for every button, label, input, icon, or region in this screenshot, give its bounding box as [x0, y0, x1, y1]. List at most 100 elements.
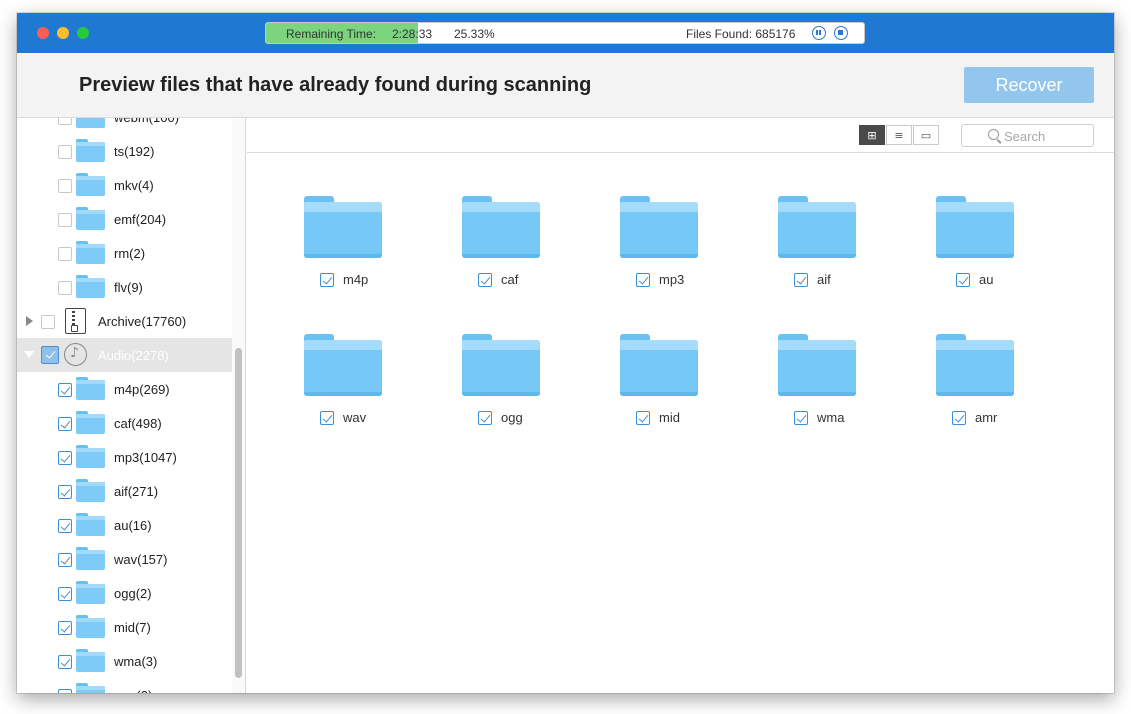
folder-checkbox[interactable] — [478, 273, 492, 287]
tree-item-checkbox[interactable] — [58, 213, 72, 227]
minimize-window-button[interactable] — [57, 27, 69, 39]
preview-view-icon: ▭ — [920, 129, 932, 142]
folder-checkbox[interactable] — [794, 411, 808, 425]
tree-item-checkbox[interactable] — [58, 281, 72, 295]
tree-item-checkbox[interactable] — [41, 315, 55, 329]
folder-checkbox[interactable] — [952, 411, 966, 425]
tree-item-folder[interactable]: webm(100) — [17, 118, 232, 134]
tree-item-label: emf(204) — [114, 212, 167, 227]
folder-tile[interactable]: au — [918, 196, 1028, 306]
tree-item-label: webm(100) — [114, 118, 179, 125]
tree-item-archive[interactable]: Archive(17760) — [17, 304, 232, 338]
folder-icon — [76, 118, 105, 129]
tree-item-folder[interactable]: wma(3) — [17, 644, 232, 678]
tree-item-folder[interactable]: caf(498) — [17, 406, 232, 440]
folder-checkbox[interactable] — [320, 273, 334, 287]
folder-icon — [76, 513, 105, 537]
grid-view-button[interactable]: ⊞ — [859, 125, 885, 145]
tree-item-folder[interactable]: m4p(269) — [17, 372, 232, 406]
tree-item-folder[interactable]: emf(204) — [17, 202, 232, 236]
folder-icon — [76, 581, 105, 605]
folder-checkbox[interactable] — [956, 273, 970, 287]
folder-tile[interactable]: mp3 — [602, 196, 712, 306]
tree-item-label: flv(9) — [114, 280, 143, 295]
folder-icon — [76, 377, 105, 401]
search-input[interactable] — [1004, 127, 1090, 145]
close-window-button[interactable] — [37, 27, 49, 39]
folder-icon — [936, 334, 1014, 396]
tree-item-checkbox[interactable] — [41, 346, 59, 364]
tree-item-folder[interactable]: wav(157) — [17, 542, 232, 576]
tree-item-checkbox[interactable] — [58, 247, 72, 261]
tree-item-folder[interactable]: ts(192) — [17, 134, 232, 168]
tree-item-folder[interactable]: mp3(1047) — [17, 440, 232, 474]
tree-item-checkbox[interactable] — [58, 689, 72, 693]
expanded-arrow-icon[interactable] — [24, 351, 34, 358]
tree-item-checkbox[interactable] — [58, 451, 72, 465]
folder-tile[interactable]: caf — [444, 196, 554, 306]
folder-icon — [76, 139, 105, 163]
tree-item-audio[interactable]: Audio(2278) — [17, 338, 232, 372]
folder-checkbox[interactable] — [794, 273, 808, 287]
file-type-tree: webm(100) ts(192) mkv(4) emf(204) rm(2) flv(9… — [17, 118, 246, 693]
tree-item-checkbox[interactable] — [58, 118, 72, 125]
tree-item-folder[interactable]: flv(9) — [17, 270, 232, 304]
tree-item-checkbox[interactable] — [58, 655, 72, 669]
search-box[interactable] — [961, 124, 1094, 147]
folder-checkbox[interactable] — [478, 411, 492, 425]
collapsed-arrow-icon[interactable] — [26, 316, 33, 326]
folder-tile[interactable]: m4p — [286, 196, 396, 306]
folder-label: wma — [817, 410, 845, 425]
list-view-button[interactable]: ≡ — [886, 125, 912, 145]
folder-label: m4p — [343, 272, 369, 287]
folder-icon — [462, 334, 540, 396]
pause-scan-icon[interactable] — [812, 26, 826, 40]
tree-item-folder[interactable]: amr(2) — [17, 678, 232, 693]
remaining-time-value: 2:28:33 — [392, 27, 433, 41]
tree-item-folder[interactable]: aif(271) — [17, 474, 232, 508]
zoom-window-button[interactable] — [77, 27, 89, 39]
sidebar-scrollbar-thumb[interactable] — [235, 348, 242, 678]
folder-label: wav — [343, 410, 367, 425]
tree-item-checkbox[interactable] — [58, 519, 72, 533]
tree-item-checkbox[interactable] — [58, 383, 72, 397]
folder-tile[interactable]: ogg — [444, 334, 554, 444]
tree-item-folder[interactable]: rm(2) — [17, 236, 232, 270]
tree-item-folder[interactable]: ogg(2) — [17, 576, 232, 610]
folder-icon — [304, 334, 382, 396]
tree-item-checkbox[interactable] — [58, 553, 72, 567]
audio-category-icon — [64, 343, 87, 366]
tree-item-folder[interactable]: mid(7) — [17, 610, 232, 644]
tree-item-folder[interactable]: mkv(4) — [17, 168, 232, 202]
tree-item-checkbox[interactable] — [58, 417, 72, 431]
folder-icon — [778, 196, 856, 258]
folder-icon — [620, 334, 698, 396]
folder-icon — [76, 207, 105, 231]
tree-item-folder[interactable]: au(16) — [17, 508, 232, 542]
folder-checkbox[interactable] — [320, 411, 334, 425]
folder-tile[interactable]: wma — [760, 334, 870, 444]
tree-item-checkbox[interactable] — [58, 621, 72, 635]
archive-category-icon — [65, 308, 86, 334]
folder-icon — [76, 275, 105, 299]
folder-tile[interactable]: mid — [602, 334, 712, 444]
tree-item-checkbox[interactable] — [58, 179, 72, 193]
folder-checkbox[interactable] — [636, 411, 650, 425]
recover-button[interactable]: Recover — [964, 67, 1094, 103]
tree-item-checkbox[interactable] — [58, 145, 72, 159]
folder-tile[interactable]: aif — [760, 196, 870, 306]
preview-view-button[interactable]: ▭ — [913, 125, 939, 145]
tree-item-label: mp3(1047) — [114, 450, 177, 465]
folder-tile[interactable]: wav — [286, 334, 396, 444]
tree-item-checkbox[interactable] — [58, 587, 72, 601]
folder-icon — [76, 683, 105, 693]
tree-item-checkbox[interactable] — [58, 485, 72, 499]
stop-scan-icon[interactable] — [834, 26, 848, 40]
folder-icon — [76, 445, 105, 469]
folder-tile[interactable]: amr — [918, 334, 1028, 444]
progress-percent: 25.33% — [454, 27, 495, 41]
folder-label: caf — [501, 272, 519, 287]
tree-item-label: wma(3) — [114, 654, 158, 669]
folder-checkbox[interactable] — [636, 273, 650, 287]
folder-label: ogg — [501, 410, 523, 425]
